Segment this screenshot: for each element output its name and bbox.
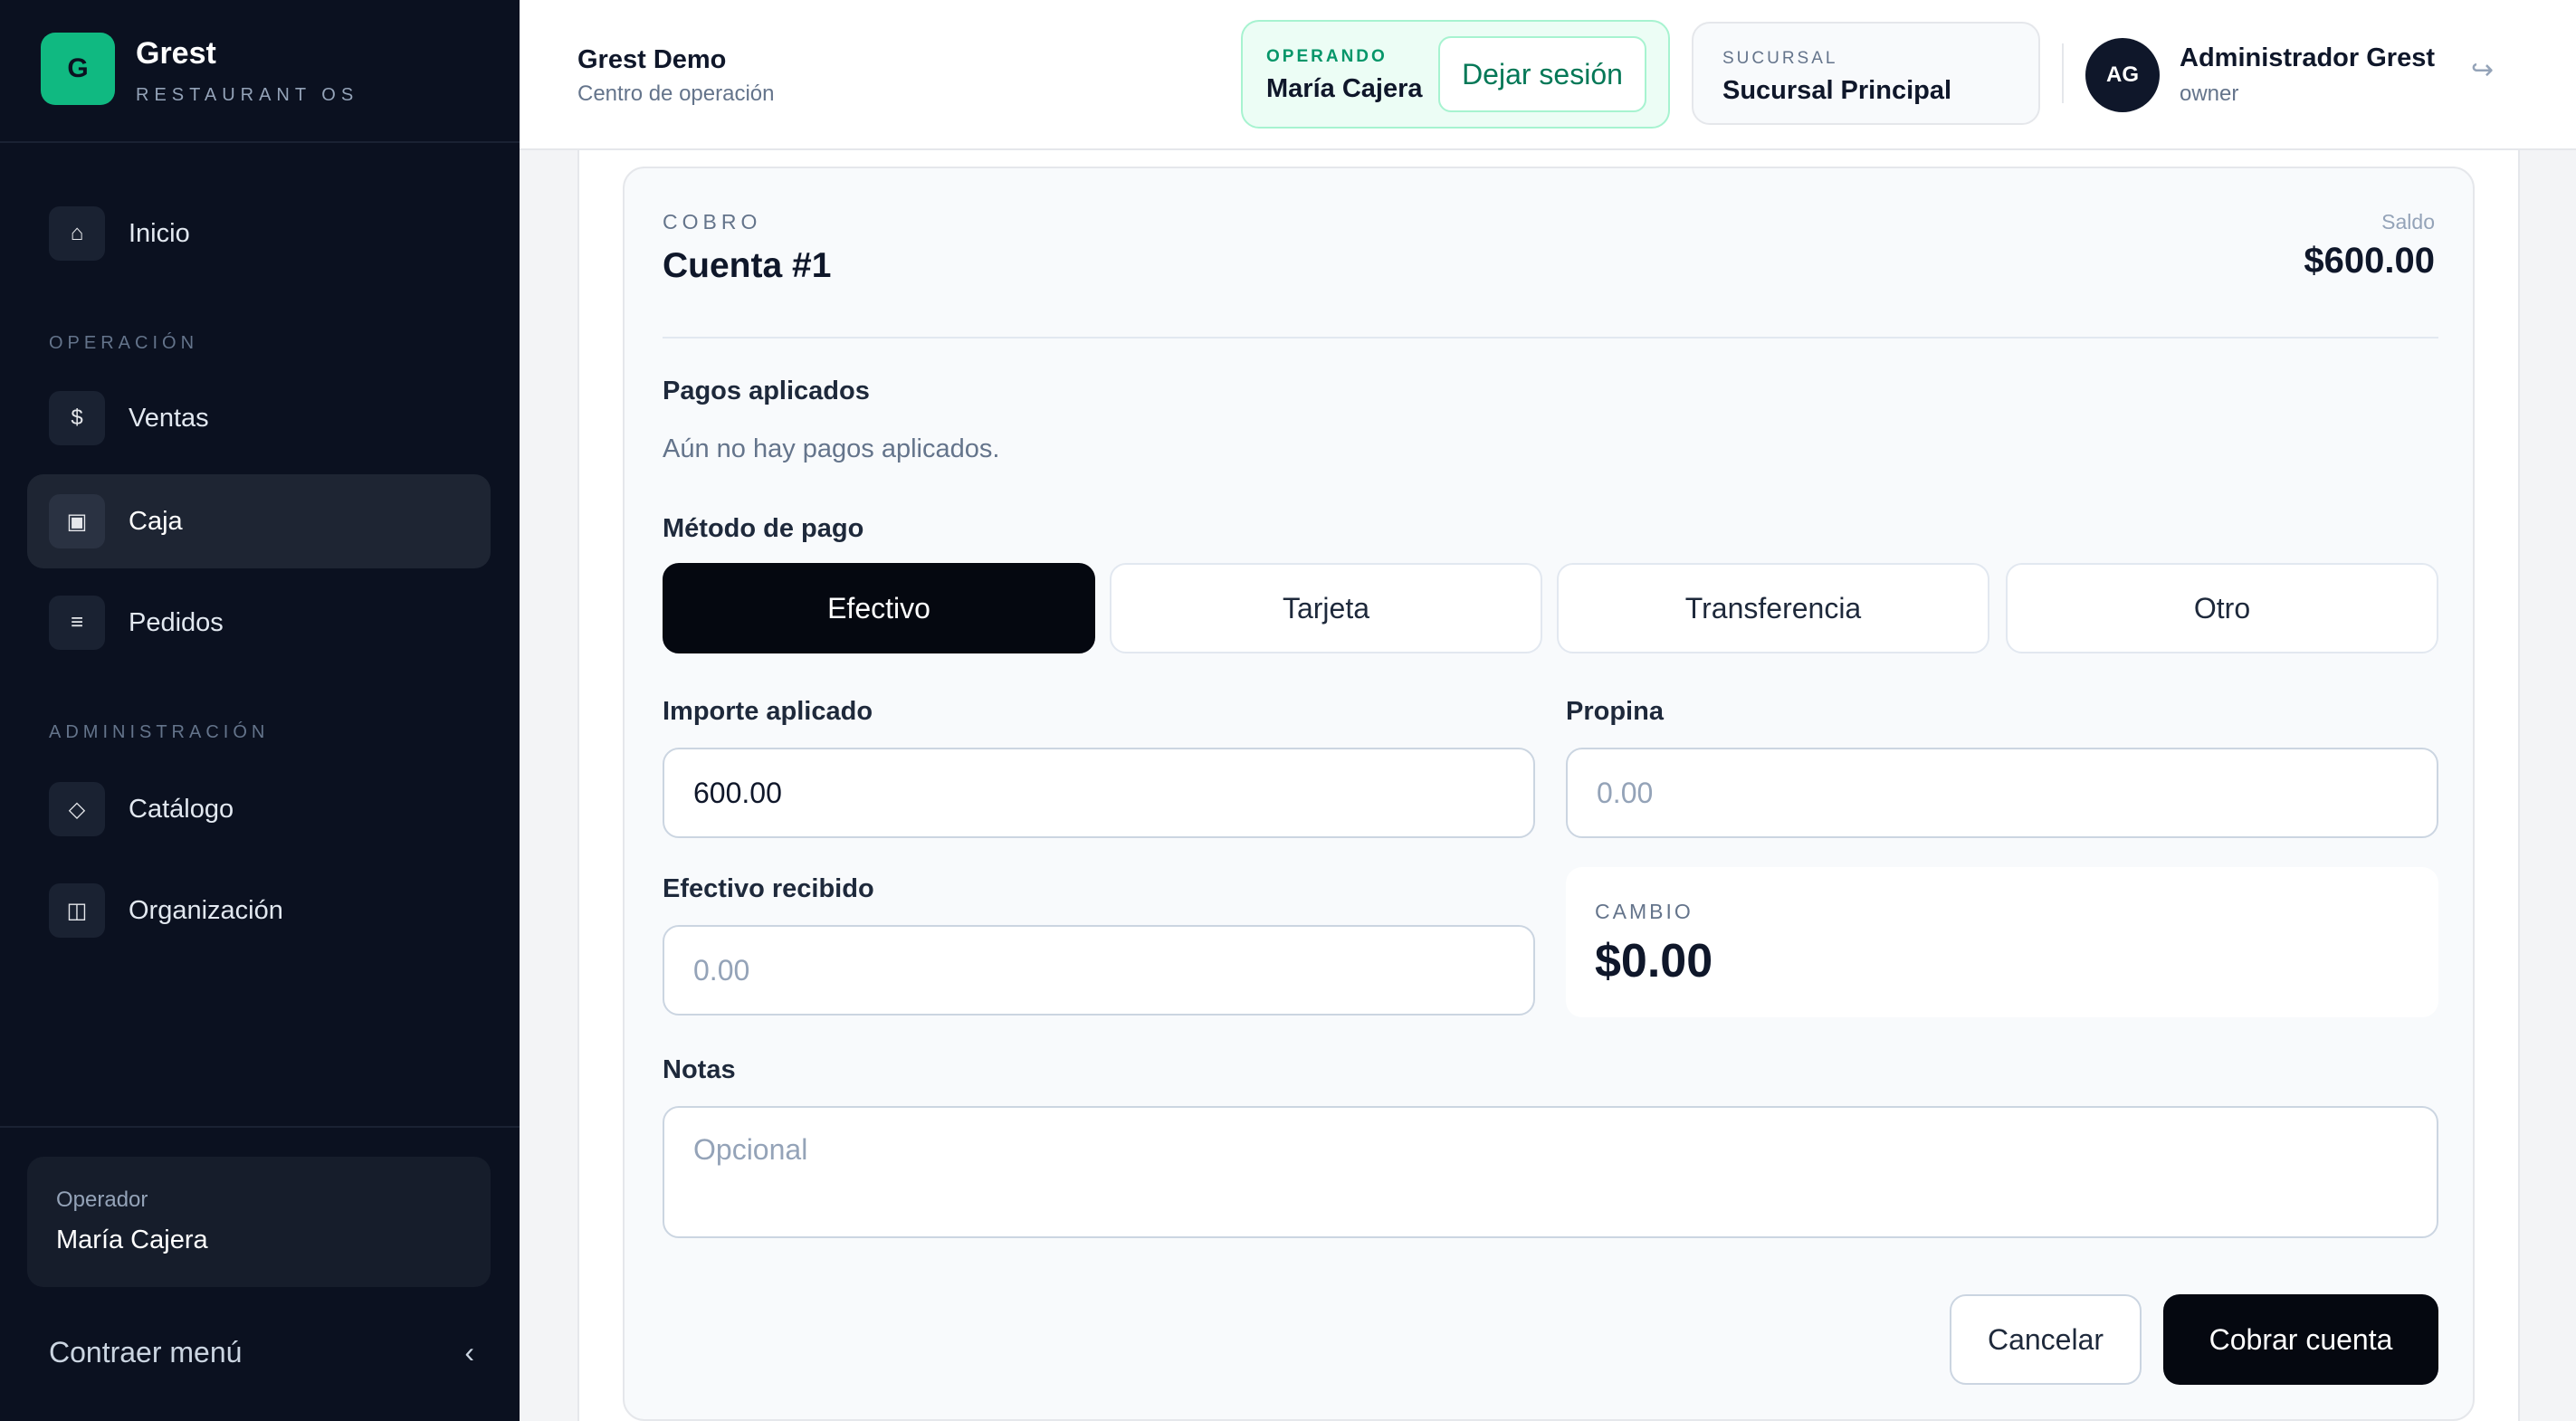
operator-label: Operador — [56, 1187, 148, 1212]
sidebar-item-ventas[interactable]: $ Ventas — [27, 371, 491, 465]
chevron-left-icon: ‹ — [464, 1336, 474, 1369]
tip-label: Propina — [1566, 697, 1664, 726]
sidebar-divider — [0, 1126, 520, 1128]
amount-label: Importe aplicado — [663, 697, 873, 726]
logout-icon[interactable]: ↪ — [2471, 54, 2494, 86]
sidebar-item-caja[interactable]: ▣ Caja — [27, 474, 491, 568]
collapse-menu-button[interactable]: Contraer menú ‹ — [49, 1336, 474, 1372]
tag-icon: ◇ — [49, 782, 105, 836]
sidebar-item-pedidos[interactable]: ≡ Pedidos — [27, 576, 491, 670]
nav-section-administracion: ADMINISTRACIÓN — [49, 722, 270, 742]
balance-value: $600.00 — [2304, 241, 2435, 281]
sidebar-item-label: Caja — [129, 507, 183, 536]
topbar: Grest Demo Centro de operación OPERANDO … — [520, 0, 2576, 150]
sidebar-item-inicio[interactable]: ⌂ Inicio — [27, 186, 491, 281]
sidebar-item-catalogo[interactable]: ◇ Catálogo — [27, 762, 491, 856]
sidebar-item-organizacion[interactable]: ◫ Organización — [27, 863, 491, 958]
dollar-icon: $ — [49, 391, 105, 445]
balance-label: Saldo — [2381, 210, 2435, 234]
notes-label: Notas — [663, 1055, 736, 1084]
operating-session-card: OPERANDO María Cajera Dejar sesión — [1241, 20, 1670, 129]
method-efectivo-button[interactable]: Efectivo — [663, 563, 1095, 653]
page-title: Cuenta #1 — [663, 246, 832, 285]
method-transferencia-button[interactable]: Transferencia — [1557, 563, 1989, 653]
operator-name: María Cajera — [56, 1225, 208, 1254]
charge-account-button[interactable]: Cobrar cuenta — [2163, 1294, 2438, 1385]
operating-label: OPERANDO — [1266, 47, 1388, 66]
operating-name: María Cajera — [1266, 74, 1423, 103]
change-label: CAMBIO — [1595, 900, 1693, 923]
brand-logo: G — [41, 33, 115, 105]
card-eyebrow: COBRO — [663, 210, 762, 234]
branch-selector[interactable]: SUCURSAL Sucursal Principal — [1692, 22, 2040, 125]
cash-received-input[interactable] — [663, 925, 1535, 1016]
brand-name: Grest — [136, 36, 216, 71]
avatar[interactable]: AG — [2085, 38, 2160, 112]
payment-card: COBRO Cuenta #1 Saldo $600.00 Pagos apli… — [623, 167, 2475, 1421]
collapse-menu-label: Contraer menú — [49, 1336, 243, 1369]
building-icon: ◫ — [49, 883, 105, 938]
branch-label: SUCURSAL — [1722, 49, 1838, 68]
cash-received-label: Efectivo recibido — [663, 874, 874, 903]
change-value: $0.00 — [1595, 935, 1713, 987]
org-name: Grest Demo — [577, 45, 727, 74]
change-display: CAMBIO $0.00 — [1566, 867, 2438, 1017]
applied-payments-empty: Aún no hay pagos aplicados. — [663, 434, 1000, 463]
brand-header: G Grest RESTAURANT OS — [0, 0, 520, 143]
amount-input[interactable] — [663, 748, 1535, 838]
org-subtitle: Centro de operación — [577, 81, 775, 106]
sidebar-item-label: Ventas — [129, 404, 209, 433]
header-divider — [2062, 43, 2064, 103]
list-icon: ≡ — [49, 596, 105, 650]
sidebar-item-label: Organización — [129, 896, 283, 925]
user-name: Administrador Grest — [2180, 43, 2435, 72]
cancel-button[interactable]: Cancelar — [1950, 1294, 2142, 1385]
sidebar-item-label: Inicio — [129, 219, 190, 248]
sidebar-item-label: Catálogo — [129, 795, 234, 824]
nav-section-operacion: OPERACIÓN — [49, 333, 199, 353]
notes-textarea[interactable] — [663, 1106, 2438, 1238]
brand-subtitle: RESTAURANT OS — [136, 85, 359, 105]
branch-name: Sucursal Principal — [1722, 76, 1952, 105]
leave-session-button[interactable]: Dejar sesión — [1438, 36, 1646, 112]
applied-payments-title: Pagos aplicados — [663, 377, 870, 405]
operator-card: Operador María Cajera — [27, 1157, 491, 1287]
home-icon: ⌂ — [49, 206, 105, 261]
method-tarjeta-button[interactable]: Tarjeta — [1110, 563, 1542, 653]
tip-input[interactable] — [1566, 748, 2438, 838]
sidebar-item-label: Pedidos — [129, 608, 224, 637]
payment-method-title: Método de pago — [663, 514, 864, 543]
register-icon: ▣ — [49, 494, 105, 548]
sidebar: G Grest RESTAURANT OS ⌂ Inicio OPERACIÓN… — [0, 0, 520, 1421]
method-otro-button[interactable]: Otro — [2006, 563, 2438, 653]
user-role: owner — [2180, 81, 2239, 106]
card-divider — [663, 337, 2438, 339]
